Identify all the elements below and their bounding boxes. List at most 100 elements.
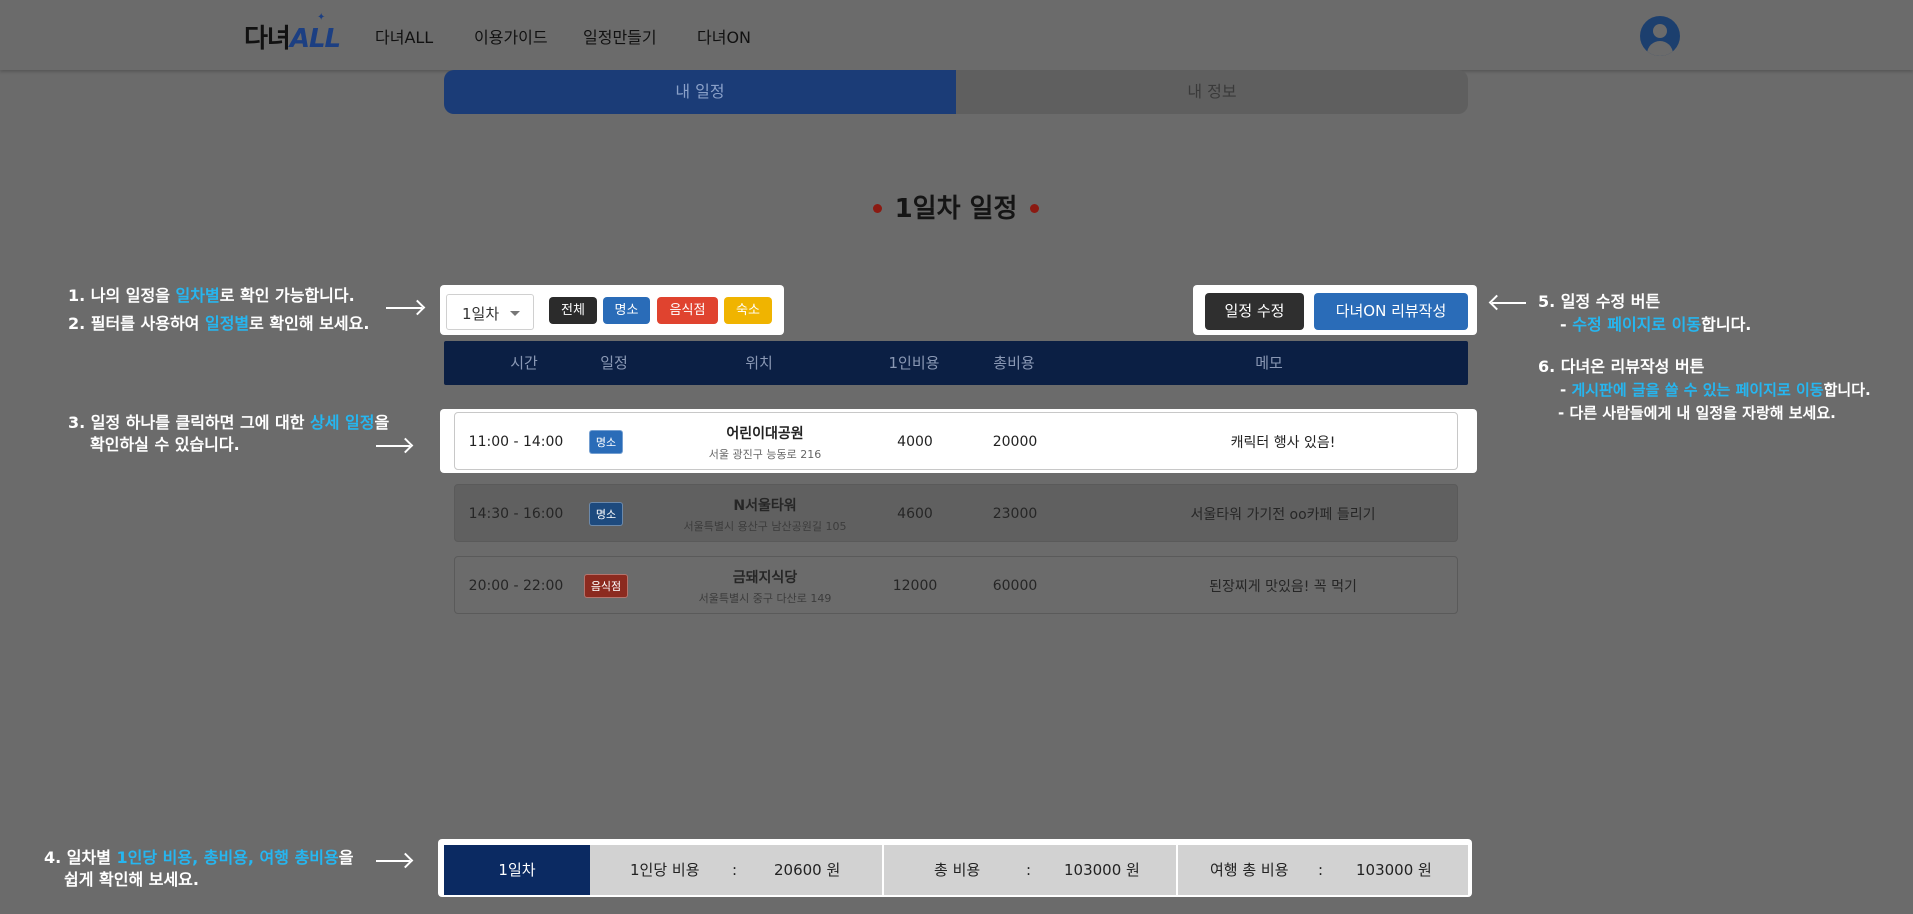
logo-main: 다녀 <box>244 24 291 54</box>
table-row[interactable]: 20:00 - 22:00 음식점 금돼지식당 서울특별시 중구 다산로 149… <box>454 556 1458 614</box>
nav-item-daenyeo-on[interactable]: 다녀ON <box>697 24 751 48</box>
annotation-text: 을 <box>338 848 354 867</box>
summary-trip-total-value: 103000 원 <box>1356 861 1432 879</box>
tag-sight: 명소 <box>588 502 624 526</box>
summary-per-person-value: 20600 원 <box>774 861 841 879</box>
tab-my-schedule[interactable]: 내 일정 <box>444 70 956 114</box>
place-address: 서울 광진구 능동로 216 <box>708 447 822 461</box>
tag-sight: 명소 <box>588 430 624 454</box>
column-schedule: 일정 <box>600 354 628 372</box>
caret-down-icon <box>510 311 520 316</box>
row-time: 14:30 - 16:00 <box>468 506 564 522</box>
edit-schedule-button[interactable]: 일정 수정 <box>1205 293 1304 330</box>
summary-trip-total-label: 여행 총 비용 <box>1210 861 1289 879</box>
user-avatar-icon[interactable] <box>1640 16 1680 56</box>
place-address: 서울특별시 용산구 남산공원길 105 <box>683 519 847 533</box>
nav-item-make-schedule[interactable]: 일정만들기 <box>583 24 657 48</box>
column-memo: 메모 <box>1255 354 1283 372</box>
tab-my-info[interactable]: 내 정보 <box>956 70 1468 114</box>
filter-chip-stay[interactable]: 숙소 <box>724 297 772 324</box>
annotation-text: 합니다. <box>1701 315 1752 334</box>
annotation-highlight: 상세 일정 <box>310 413 375 432</box>
day-select[interactable]: 1일차 <box>446 294 534 330</box>
place-address: 서울특별시 중구 다산로 149 <box>698 591 832 605</box>
summary-colon: : <box>1026 861 1032 879</box>
annotation-6-line3: - 다른 사람들에게 내 일정을 자랑해 보세요. <box>1558 404 1836 422</box>
arrow-left-icon <box>1492 302 1526 304</box>
row-location: N서울타워 서울특별시 용산구 남산공원길 105 <box>655 485 875 543</box>
filter-chip-sight[interactable]: 명소 <box>603 297 650 324</box>
annotation-6-line2: - 게시판에 글을 쓸 수 있는 페이지로 이동합니다. <box>1560 379 1871 401</box>
table-header: 시간 일정 위치 1인비용 총비용 메모 <box>444 341 1468 385</box>
place-name: 금돼지식당 <box>732 569 798 586</box>
annotation-text: 1. 나의 일정을 <box>68 286 176 305</box>
column-location: 위치 <box>745 354 773 372</box>
annotation-highlight: 게시판에 글을 쓸 수 있는 페이지로 이동 <box>1571 381 1824 399</box>
filter-chip-all[interactable]: 전체 <box>549 297 597 324</box>
row-location: 금돼지식당 서울특별시 중구 다산로 149 <box>655 557 875 615</box>
row-tag: 명소 <box>583 485 629 543</box>
row-time: 20:00 - 22:00 <box>468 578 564 594</box>
tag-food: 음식점 <box>583 574 629 598</box>
summary-colon: : <box>732 861 738 879</box>
row-tag: 음식점 <box>583 557 629 615</box>
summary-total-label: 총 비용 <box>934 861 981 879</box>
summary-per-person: 1인당 비용 : 20600 원 <box>590 845 882 895</box>
summary-per-person-label: 1인당 비용 <box>630 861 700 879</box>
annotation-text: 2. 필터를 사용하여 <box>68 314 205 333</box>
column-total: 총비용 <box>993 354 1035 372</box>
annotation-highlight: 수정 페이지로 이동 <box>1572 315 1702 334</box>
summary-total: 총 비용 : 103000 원 <box>884 845 1176 895</box>
annotation-2: 2. 필터를 사용하여 일정별로 확인해 보세요. <box>68 313 369 335</box>
nav-item-daenyeo-all[interactable]: 다녀ALL <box>375 24 433 48</box>
header: 다녀ALL ✦ 다녀ALL 이용가이드 일정만들기 다녀ON <box>0 0 1913 70</box>
annotation-1: 1. 나의 일정을 일차별로 확인 가능합니다. <box>68 285 355 307</box>
summary-day: 1일차 <box>444 845 590 895</box>
annotation-3: 3. 일정 하나를 클릭하면 그에 대한 상세 일정을 <box>68 412 389 434</box>
annotation-4: 4. 일차별 1인당 비용, 총비용, 여행 총비용을 <box>44 847 353 869</box>
row-memo: 캐릭터 행사 있음! <box>1230 435 1336 451</box>
annotation-highlight: 1인당 비용, 총비용, 여행 총비용 <box>116 848 339 867</box>
annotation-text: 3. 일정 하나를 클릭하면 그에 대한 <box>68 413 310 432</box>
page-title: 1일차 일정 <box>894 194 1018 224</box>
annotation-text: - <box>1560 381 1572 399</box>
arrow-right-icon <box>376 860 410 862</box>
column-per-person: 1인비용 <box>888 354 940 372</box>
row-time: 11:00 - 14:00 <box>468 434 564 450</box>
row-memo: 서울타워 가기전 oo카페 들리기 <box>1190 507 1376 523</box>
row-total: 20000 <box>992 434 1038 450</box>
filter-chip-food[interactable]: 음식점 <box>657 297 718 324</box>
annotation-highlight: 일정별 <box>204 314 250 333</box>
star-icon: ✦ <box>317 12 325 23</box>
write-review-button[interactable]: 다녀ON 리뷰작성 <box>1314 293 1468 330</box>
nav-item-guide[interactable]: 이용가이드 <box>474 24 548 48</box>
row-memo: 된장찌게 맛있음! 꼭 먹기 <box>1209 579 1357 595</box>
table-row[interactable]: 14:30 - 16:00 명소 N서울타워 서울특별시 용산구 남산공원길 1… <box>454 484 1458 542</box>
place-name: N서울타워 <box>733 497 797 514</box>
annotation-text: 로 확인 가능합니다. <box>219 286 355 305</box>
arrow-right-icon <box>386 307 422 309</box>
summary-trip-total: 여행 총 비용 : 103000 원 <box>1178 845 1468 895</box>
row-total: 23000 <box>992 506 1038 522</box>
annotation-3-line2: 확인하실 수 있습니다. <box>90 435 240 454</box>
day-select-value: 1일차 <box>462 305 500 323</box>
annotation-highlight: 일차별 <box>175 286 220 305</box>
row-per-person: 12000 <box>892 578 938 594</box>
annotation-5-line2: - 수정 페이지로 이동합니다. <box>1560 314 1751 336</box>
place-name: 어린이대공원 <box>726 425 804 442</box>
annotation-text: 로 확인해 보세요. <box>249 314 370 333</box>
annotation-4-line2: 쉽게 확인해 보세요. <box>64 870 199 889</box>
annotation-text: 을 <box>374 413 390 432</box>
table-row[interactable]: 11:00 - 14:00 명소 어린이대공원 서울 광진구 능동로 216 4… <box>454 412 1458 470</box>
annotation-6: 6. 다녀온 리뷰작성 버튼 <box>1538 357 1705 376</box>
row-per-person: 4600 <box>897 506 933 522</box>
summary-total-value: 103000 원 <box>1064 861 1140 879</box>
row-location: 어린이대공원 서울 광진구 능동로 216 <box>655 413 875 471</box>
page-tabs: 내 일정 내 정보 <box>444 70 1468 114</box>
logo[interactable]: 다녀ALL ✦ <box>244 12 341 55</box>
column-time: 시간 <box>510 354 538 372</box>
row-per-person: 4000 <box>897 434 933 450</box>
title-dot-right <box>1030 204 1039 213</box>
annotation-text: 합니다. <box>1823 381 1871 399</box>
annotation-text: 4. 일차별 <box>44 848 117 867</box>
